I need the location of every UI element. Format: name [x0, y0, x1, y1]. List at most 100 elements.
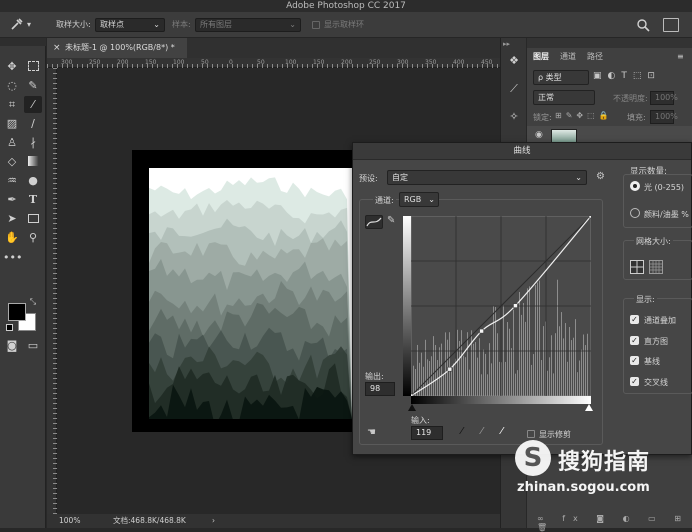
sample-select[interactable]: 所有图层 ⌄ [195, 18, 301, 32]
show-clipping-checkbox[interactable] [527, 430, 535, 438]
histogram-bar [557, 279, 558, 396]
zoom-level[interactable]: 100% [59, 514, 80, 528]
tab-channels[interactable]: 通道 [560, 48, 576, 66]
curve-graph[interactable] [408, 213, 594, 399]
panel-footer-icons[interactable]: ∞ fx ◙ ◐ ▭ ⊞ 🗑 [537, 514, 692, 532]
histogram-bar [553, 373, 554, 396]
status-bar: 100% 文档:468.8K/468.8K › [47, 514, 500, 528]
crop-tool-icon[interactable]: ⌗ [3, 96, 21, 113]
blend-mode-select[interactable]: 正常 [533, 90, 595, 105]
gray-eyedropper-icon[interactable]: ⁄ [481, 426, 483, 437]
stamp-tool-icon[interactable]: ♙ [3, 134, 21, 151]
tab-layers[interactable]: 图层 [533, 48, 549, 66]
input-field[interactable]: 119 [411, 426, 443, 440]
eyedropper-tool-icon[interactable]: ⁄ [24, 96, 42, 113]
show-ring-label: 显示取样环 [324, 20, 364, 29]
ruler-number: 100 [285, 59, 297, 66]
watermark-brand: 搜狗指南 [558, 450, 651, 475]
hand-tool-icon[interactable]: ✋ [3, 229, 21, 246]
screen-mode-icon[interactable]: ▭ [24, 337, 42, 354]
light-radio[interactable] [630, 181, 640, 191]
chevron-down-icon[interactable]: ▾ [27, 12, 31, 38]
path-select-tool-icon[interactable]: ➤ [3, 210, 21, 227]
panels-header [527, 38, 692, 48]
preset-options-gear-icon[interactable]: ⚙ [596, 171, 605, 182]
histogram-bar [511, 348, 512, 396]
document-info[interactable]: 文档:468.8K/468.8K [113, 514, 186, 528]
marquee-tool-icon[interactable] [24, 58, 42, 75]
pen-tool-icon[interactable]: ✒ [3, 191, 21, 208]
swatches-icon[interactable]: ✧ [505, 108, 523, 125]
quick-mask-icon[interactable]: ◙ [3, 337, 21, 354]
channel-select[interactable]: RGB ⌄ [399, 192, 439, 207]
sample-size-select[interactable]: 取样点 ⌄ [95, 18, 165, 32]
options-bar: ▾ 取样大小: 取样点 ⌄ 样本: 所有图层 ⌄ 显示取样环 [0, 12, 692, 38]
history-brush-tool-icon[interactable]: ∤ [24, 134, 42, 151]
histogram-bar [471, 330, 472, 396]
histogram-bar [451, 367, 452, 396]
swap-colors-icon[interactable]: ⤡ [28, 297, 38, 307]
preset-select[interactable]: 自定 ⌄ [387, 170, 587, 185]
opacity-field[interactable]: 100% [650, 91, 678, 105]
layer-kind-filter[interactable]: ρ 类型 [533, 70, 589, 85]
pigment-radio[interactable] [630, 208, 640, 218]
panel-menu-icon[interactable]: ≡ [677, 52, 684, 61]
targeted-adjustment-icon[interactable]: ☚ [367, 427, 376, 438]
black-point-slider[interactable] [408, 404, 416, 411]
workspace-icon[interactable] [663, 18, 679, 32]
eyedropper-icon[interactable] [10, 17, 24, 31]
search-icon[interactable] [636, 18, 650, 32]
curve-mode-icon[interactable] [365, 215, 383, 229]
lasso-tool-icon[interactable]: ◌ [3, 77, 21, 94]
shape-tool-icon[interactable] [24, 210, 42, 227]
ruler-number: 250 [369, 59, 381, 66]
white-eyedropper-icon[interactable]: ⁄ [501, 426, 503, 437]
libraries-icon[interactable]: ❖ [505, 52, 523, 69]
healing-brush-tool-icon[interactable]: ▨ [3, 115, 21, 132]
histogram-bar [453, 363, 454, 396]
filter-icons[interactable]: ▣◐T⬚⊡ [593, 71, 661, 81]
brush-tool-icon[interactable]: ∕ [24, 115, 42, 132]
detailed-grid-icon[interactable] [649, 260, 663, 274]
visibility-eye-icon[interactable]: ◉ [535, 130, 543, 140]
layer-kind-label: ρ 类型 [538, 73, 562, 82]
output-gradient-bar [403, 216, 411, 396]
output-field[interactable]: 98 [365, 382, 395, 396]
eraser-tool-icon[interactable]: ◇ [3, 153, 21, 170]
white-point-slider[interactable] [585, 404, 593, 411]
show-option-checkbox[interactable]: ✓ [630, 336, 639, 345]
show-option-checkbox[interactable]: ✓ [630, 377, 639, 386]
type-tool-icon[interactable]: T [24, 191, 42, 208]
status-menu-arrow-icon[interactable]: › [212, 514, 215, 528]
opacity-label: 不透明度: [613, 94, 648, 103]
document-tab[interactable]: × 未标题-1 @ 100%(RGB/8*) * [47, 38, 187, 58]
adjustments-icon[interactable]: ⟋ [505, 80, 523, 97]
dock-collapse-icon[interactable]: ▸▸ [503, 40, 510, 48]
histogram-bar [423, 366, 424, 396]
simple-grid-icon[interactable] [630, 260, 644, 274]
histogram-bar [513, 309, 514, 396]
tab-paths[interactable]: 路径 [587, 48, 603, 66]
canvas-image[interactable] [149, 168, 352, 426]
default-colors-icon[interactable] [6, 324, 13, 331]
gradient-tool-icon[interactable] [24, 153, 42, 170]
close-tab-icon[interactable]: × [53, 38, 61, 58]
fill-field[interactable]: 100% [650, 110, 678, 124]
move-tool-icon[interactable]: ✥ [3, 58, 21, 75]
pencil-mode-icon[interactable]: ✎ [387, 215, 395, 226]
show-intersection-label: 交叉线 [644, 378, 668, 387]
histogram-bar [537, 282, 538, 396]
foreground-color-swatch[interactable] [8, 303, 26, 321]
blur-tool-icon[interactable]: ♒ [3, 172, 21, 189]
zoom-tool-icon[interactable]: ⚲ [24, 229, 42, 246]
show-option-checkbox[interactable]: ✓ [630, 315, 639, 324]
histogram-bar [441, 343, 442, 396]
more-tools-icon[interactable]: ••• [3, 249, 22, 266]
quick-select-tool-icon[interactable]: ✎ [24, 77, 42, 94]
pigment-radio-label: 颜料/油墨 % [644, 210, 689, 219]
dodge-tool-icon[interactable]: ● [24, 172, 42, 189]
show-ring-checkbox[interactable] [312, 21, 320, 29]
lock-icons[interactable]: ⊞✎✥⬚🔒 [555, 111, 613, 120]
show-option-checkbox[interactable]: ✓ [630, 356, 639, 365]
black-eyedropper-icon[interactable]: ⁄ [461, 426, 463, 437]
